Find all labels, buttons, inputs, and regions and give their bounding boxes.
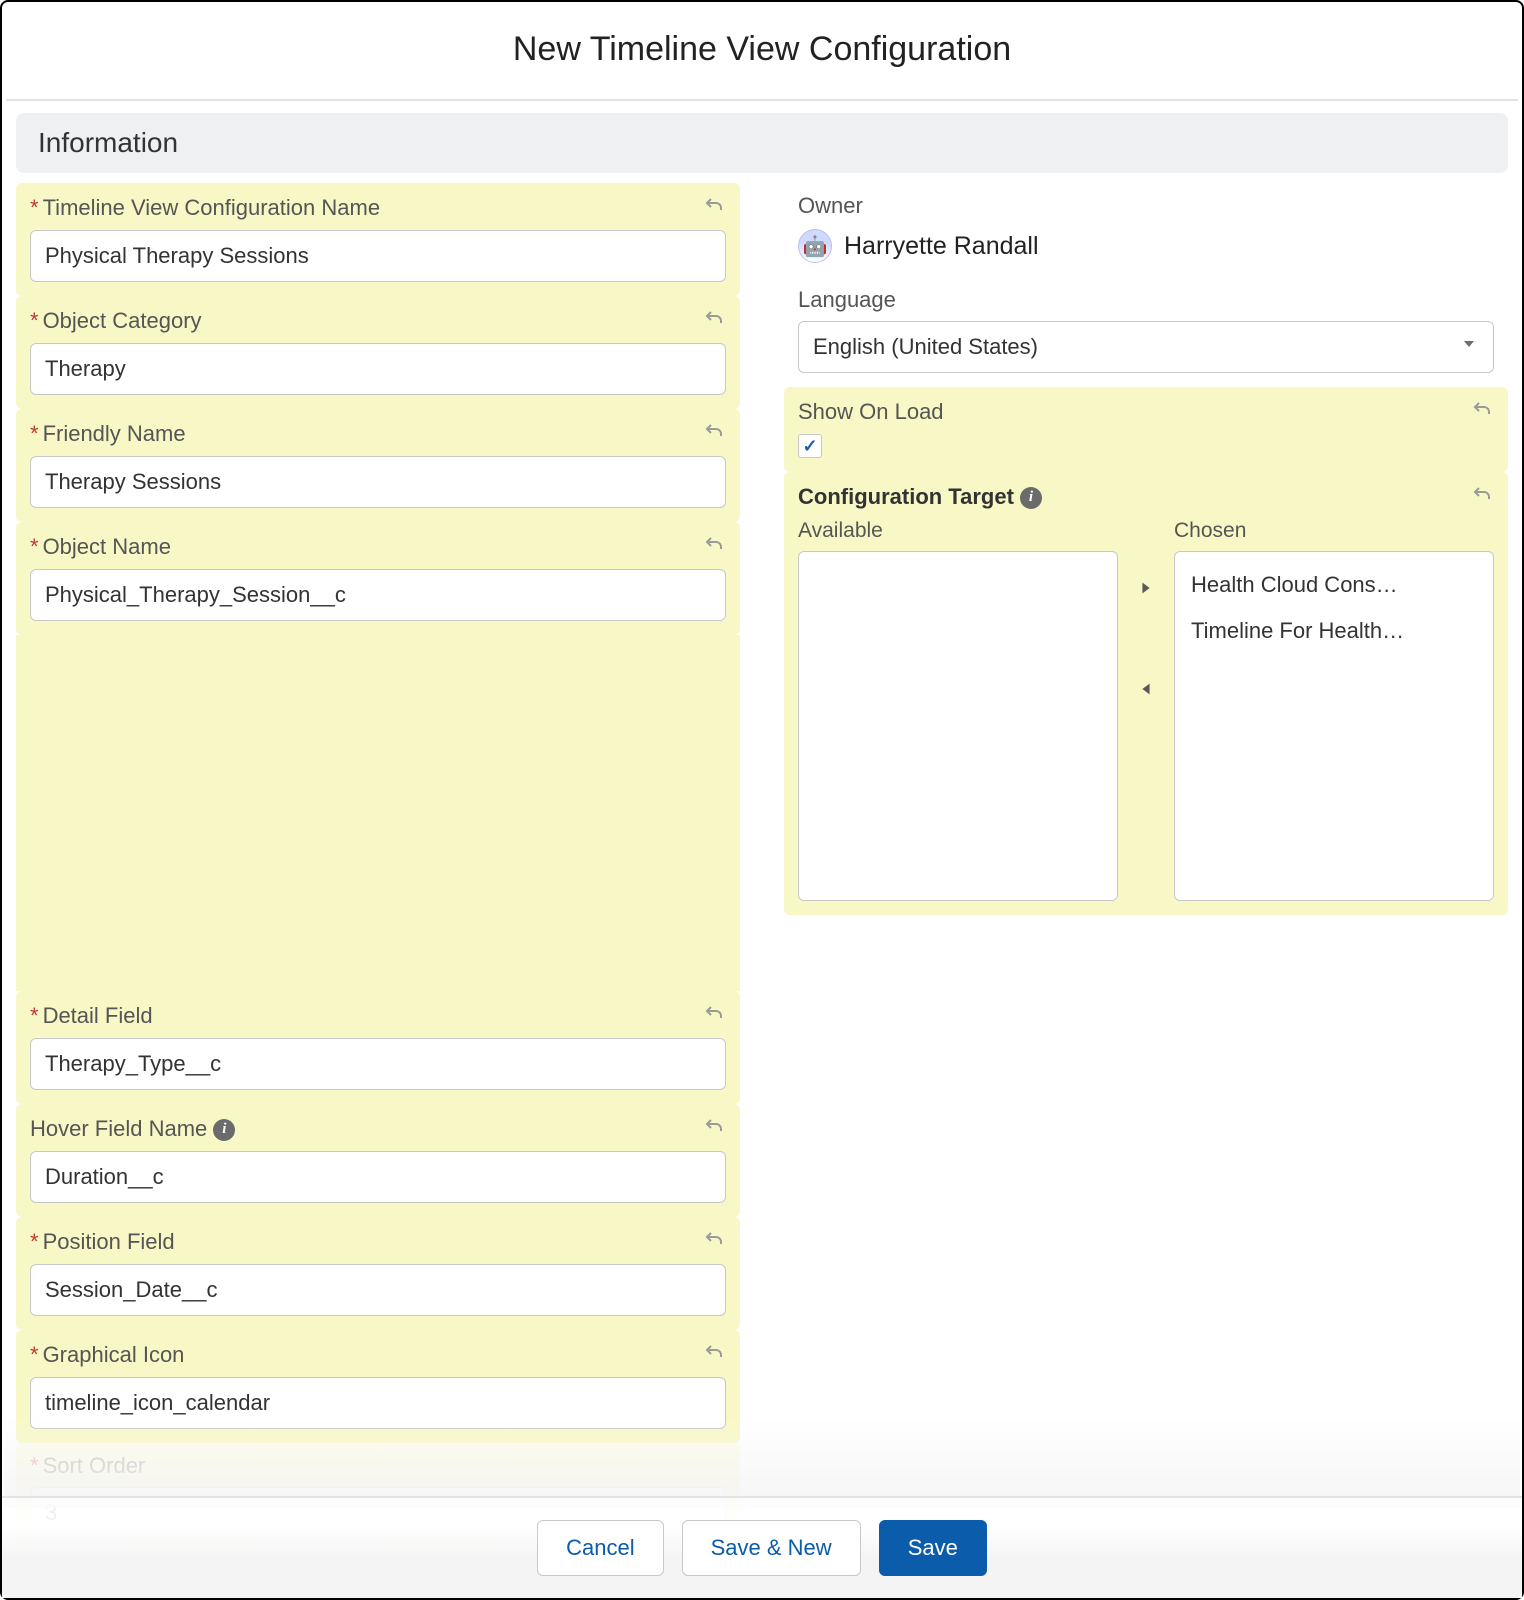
label-sort-order: Sort Order — [43, 1453, 146, 1478]
input-hover-field[interactable] — [30, 1151, 726, 1203]
label-object-name: Object Name — [43, 534, 171, 559]
chosen-label: Chosen — [1174, 519, 1494, 543]
dual-list-arrows — [1126, 519, 1166, 901]
label-hover-field: Hover Field Name — [30, 1116, 207, 1141]
field-graphical-icon: *Graphical Icon — [16, 1330, 740, 1443]
chosen-column: Chosen Health Cloud Cons…Timeline For He… — [1174, 519, 1494, 901]
undo-icon[interactable] — [702, 306, 726, 335]
undo-icon[interactable] — [702, 1340, 726, 1369]
select-language[interactable]: English (United States) — [798, 321, 1494, 373]
input-friendly-name[interactable] — [30, 456, 726, 508]
field-show-on-load: Show On Load ✓ — [784, 387, 1508, 472]
label-object-category: Object Category — [43, 308, 202, 333]
save-new-button[interactable]: Save & New — [682, 1520, 861, 1576]
chosen-list[interactable]: Health Cloud Cons…Timeline For Health… — [1174, 551, 1494, 901]
chevron-down-icon — [1459, 334, 1479, 360]
field-hover-field: Hover Field Name i — [16, 1104, 740, 1217]
list-item[interactable]: Timeline For Health… — [1187, 608, 1481, 654]
modal-container: New Timeline View Configuration Informat… — [0, 0, 1524, 1600]
label-friendly-name: Friendly Name — [43, 421, 186, 446]
input-detail-field[interactable] — [30, 1038, 726, 1090]
label-config-target: Configuration Target — [798, 484, 1014, 509]
footer: Cancel Save & New Save — [2, 1496, 1522, 1598]
language-value: English (United States) — [813, 334, 1038, 360]
right-column: Owner 🤖 Harryette Randall Language Engli… — [784, 183, 1508, 1598]
input-position-field[interactable] — [30, 1264, 726, 1316]
field-language: Language English (United States) — [784, 277, 1508, 387]
undo-icon[interactable] — [702, 419, 726, 448]
field-config-target: Configuration Target i Available Chosen H… — [784, 472, 1508, 915]
modal-title: New Timeline View Configuration — [2, 2, 1522, 99]
avatar-icon: 🤖 — [798, 229, 832, 263]
info-icon[interactable]: i — [213, 1119, 235, 1141]
available-column: Available — [798, 519, 1118, 901]
label-detail-field: Detail Field — [43, 1003, 153, 1028]
arrow-right-icon[interactable] — [1137, 579, 1155, 602]
field-owner: Owner 🤖 Harryette Randall — [784, 183, 1508, 277]
dual-listbox: Available Chosen Health Cloud Cons…Timel… — [798, 519, 1494, 901]
form-body: *Timeline View Configuration Name *Objec… — [2, 183, 1522, 1598]
field-detail-field: *Detail Field — [16, 991, 740, 1104]
info-icon[interactable]: i — [1020, 487, 1042, 509]
undo-icon[interactable] — [702, 193, 726, 222]
input-config-name[interactable] — [30, 230, 726, 282]
input-object-category[interactable] — [30, 343, 726, 395]
section-information: Information — [16, 113, 1508, 173]
checkbox-show-on-load[interactable]: ✓ — [798, 434, 822, 458]
undo-icon[interactable] — [702, 1001, 726, 1030]
save-button[interactable]: Save — [879, 1520, 987, 1576]
available-list[interactable] — [798, 551, 1118, 901]
arrow-left-icon[interactable] — [1137, 680, 1155, 703]
left-column: *Timeline View Configuration Name *Objec… — [16, 183, 740, 1598]
input-graphical-icon[interactable] — [30, 1377, 726, 1429]
undo-icon[interactable] — [702, 532, 726, 561]
undo-icon[interactable] — [1470, 482, 1494, 511]
available-label: Available — [798, 519, 1118, 543]
owner-name: Harryette Randall — [844, 232, 1039, 261]
cancel-button[interactable]: Cancel — [537, 1520, 663, 1576]
label-config-name: Timeline View Configuration Name — [43, 195, 381, 220]
field-config-name: *Timeline View Configuration Name — [16, 183, 740, 296]
label-graphical-icon: Graphical Icon — [43, 1342, 185, 1367]
undo-icon[interactable] — [702, 1227, 726, 1256]
left-spacer — [16, 635, 740, 991]
label-show-on-load: Show On Load — [798, 399, 944, 425]
field-position-field: *Position Field — [16, 1217, 740, 1330]
field-object-name: *Object Name — [16, 522, 740, 635]
divider — [6, 99, 1518, 101]
label-language: Language — [798, 287, 1494, 313]
field-friendly-name: *Friendly Name — [16, 409, 740, 522]
label-position-field: Position Field — [43, 1229, 175, 1254]
input-object-name[interactable] — [30, 569, 726, 621]
field-object-category: *Object Category — [16, 296, 740, 409]
label-owner: Owner — [798, 193, 1494, 219]
undo-icon[interactable] — [1470, 397, 1494, 426]
undo-icon[interactable] — [702, 1114, 726, 1143]
list-item[interactable]: Health Cloud Cons… — [1187, 562, 1481, 608]
